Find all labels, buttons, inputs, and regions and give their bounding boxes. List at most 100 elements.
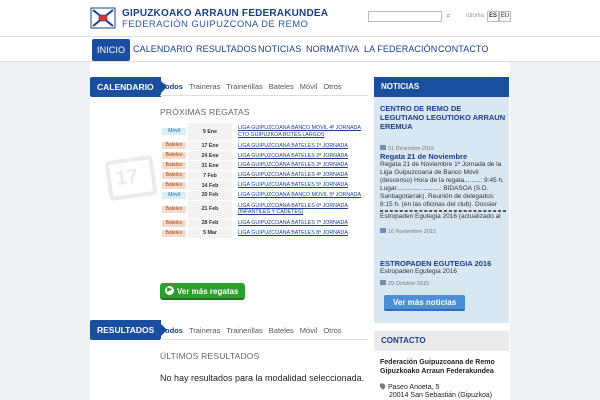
news-date-text: 16 Noviembre 2015 (388, 229, 437, 235)
regata-link[interactable]: LIGA GUIPUZCOANA BATELES 2ª JORNADA (232, 150, 368, 162)
news-item: Regata 21 de Noviembre Regata 21 de Novi… (380, 152, 506, 235)
res-filter-traineras[interactable]: Traineras (189, 326, 220, 335)
news-date: 29 Octubre 2015 (380, 280, 506, 287)
regata-link[interactable]: LIGA GUIPUZCOANA BATELES 7ª JORNADA (232, 218, 368, 229)
regata-date: 5 Mar (188, 228, 232, 239)
cal-filter-traineras[interactable]: Traineras (189, 82, 220, 91)
org-name-spanish: FEDERACIÓN GUIPUZCONA DE REMO (122, 19, 309, 30)
org-name-basque: GIPUZKOAKO ARRAUN FEDERAKUNDEA (122, 8, 329, 19)
nav-resultados[interactable]: RESULTADOS (196, 37, 257, 61)
res-filter-bateles[interactable]: Bateles (269, 326, 294, 335)
res-filter-todos[interactable]: Todos (161, 326, 183, 335)
category-badge: Bateles (162, 142, 186, 150)
cal-filter-bateles[interactable]: Bateles (269, 82, 294, 91)
regata-link[interactable]: LIGA GUIPUZCOANA BATELES 4ª JORNADA (232, 170, 368, 182)
news-excerpt: Estropaden Egutegia 2016 (380, 268, 457, 275)
nav-inicio[interactable]: INICIO (92, 39, 131, 61)
calendar-icon: 17 (104, 154, 158, 202)
news-item: CENTRO DE REMO DE LEGUTIANO LEGUTIOKO AR… (380, 104, 506, 152)
table-row: Bateles 5 Mar LIGA GUIPUZCOANA BATELES 8… (160, 228, 368, 239)
table-row: Móvil 9 Ene LIGA GUIPUZCOANA BANCO MOVIL… (160, 123, 368, 142)
table-row: Bateles 28 Feb LIGA GUIPUZCOANA BATELES … (160, 218, 368, 229)
calendario-filters: Todos Traineras Trainerillas Bateles Móvil Ot… (161, 82, 348, 91)
calendar-small-icon (380, 280, 386, 285)
cal-filter-movil[interactable]: Móvil (300, 82, 318, 91)
contact-name-line1: Federación Guipuzcoana de Remo (380, 359, 495, 366)
main-nav: INICIO CALENDARIO RESULTADOS NOTICIAS NO… (0, 36, 600, 62)
language-label: Idioma (466, 13, 485, 19)
regata-date: 24 Ene (188, 150, 232, 162)
contact-address-line1: Paseo Anoeta, 5 (388, 384, 440, 391)
top-header: GIPUZKOAKO ARRAUN FEDERAKUNDEA FEDERACIÓ… (0, 0, 600, 36)
ver-mas-noticias-button[interactable]: Ver más noticias (384, 295, 466, 311)
contact-address: Paseo Anoeta, 5 20014 San Sebastián (Gip… (378, 382, 492, 400)
res-filter-otros[interactable]: Otros (323, 326, 341, 335)
news-title-link[interactable]: CENTRO DE REMO DE LEGUTIANO LEGUTIOKO AR… (380, 104, 506, 131)
table-row: Móvil 20 Feb LIGA GUIPUZCOANA BANCO MOVI… (160, 190, 368, 201)
category-badge: Bateles (162, 172, 186, 180)
regata-date: 7 Feb (188, 170, 232, 182)
regata-date: 20 Feb (188, 190, 232, 201)
resultados-filters: Todos Traineras Trainerillas Bateles Móvil Ot… (161, 326, 348, 335)
cal-filter-otros[interactable]: Otros (323, 82, 341, 91)
regata-link[interactable]: LIGA GUIPUZCOANA BANCO MOVIL 5ª JORNADA (232, 190, 368, 201)
regata-link[interactable]: LIGA GUIPUZCOANA BANCO MOVIL 4ª JORNADA … (232, 123, 368, 142)
category-badge: Bateles (162, 219, 186, 227)
org-name[interactable]: GIPUZKOAKO ARRAUN FEDERAKUNDEA FEDERACIÓ… (122, 8, 328, 30)
table-row: Bateles 21 Feb LIGA GUIPUZCOANA BATELES … (160, 200, 368, 219)
filter-divider (160, 339, 368, 340)
ultimos-resultados-heading: ÚLTIMOS RESULTADOS (160, 351, 260, 361)
nav-noticias[interactable]: NOTICIAS (258, 37, 301, 61)
news-excerpt-extra: Estropaden Egutegia 2016 (actualizado al (380, 213, 501, 220)
category-badge: Bateles (162, 162, 186, 170)
regatas-table: Móvil 9 Ene LIGA GUIPUZCOANA BANCO MOVIL… (160, 123, 368, 239)
res-filter-movil[interactable]: Móvil (300, 326, 318, 335)
regata-link[interactable]: LIGA GUIPUZCOANA BATELES 3ª JORNADA (232, 160, 368, 172)
regata-date: 17 Ene (188, 141, 232, 152)
res-filter-trainerillas[interactable]: Trainerillas (226, 326, 262, 335)
news-date-text: 29 Octubre 2015 (388, 281, 429, 287)
proximas-regatas-heading: PRÓXIMAS REGATAS (160, 107, 250, 117)
regata-date: 28 Feb (188, 218, 232, 229)
regata-link[interactable]: LIGA GUIPUZCOANA BATELES 6ª JORNADA (INF… (232, 200, 368, 219)
news-title-link[interactable]: Regata 21 de Noviembre (380, 152, 506, 161)
regata-link[interactable]: LIGA GUIPUZCOANA BATELES 5ª JORNADA (232, 180, 368, 191)
search-input[interactable] (368, 11, 442, 22)
no-results-message: No hay resultados para la modalidad sele… (160, 373, 365, 383)
news-date: 16 Noviembre 2015 (380, 228, 506, 235)
news-excerpt: Regata 21 de Noviembre 1ª Jornada de la … (380, 161, 504, 208)
language-eu-button[interactable]: EU (499, 11, 511, 22)
news-title-link[interactable]: ESTROPADEN EGUTEGIA 2016 (380, 259, 506, 268)
search-icon[interactable]: ⌕ (443, 11, 454, 22)
federation-logo-icon[interactable] (90, 7, 116, 29)
nav-calendario[interactable]: CALENDARIO (133, 37, 193, 61)
resultados-section-tab: RESULTADOS (90, 320, 168, 340)
ver-mas-regatas-button[interactable]: ▶ Ver más regatas (160, 283, 246, 300)
calendario-section-tab: CALENDARIO (90, 77, 167, 97)
cal-filter-todos[interactable]: Todos (161, 82, 183, 91)
table-row: Bateles 31 Ene LIGA GUIPUZCOANA BATELES … (160, 160, 368, 172)
calendar-small-icon (380, 228, 386, 233)
language-es-button[interactable]: ES (487, 11, 499, 22)
nav-contacto[interactable]: CONTACTO (438, 37, 488, 61)
category-badge: Bateles (162, 205, 186, 213)
category-badge: Bateles (162, 152, 186, 160)
contacto-heading: CONTACTO (374, 331, 509, 351)
contact-org-name: Federación Guipuzcoana de Remo Gipuzkoak… (380, 358, 495, 376)
arrow-right-icon: ▶ (165, 286, 174, 296)
category-badge: Bateles (162, 182, 186, 189)
filter-divider (160, 95, 368, 96)
cal-filter-trainerillas[interactable]: Trainerillas (226, 82, 262, 91)
news-date: 01 Diciembre 2015 (380, 145, 506, 152)
category-badge: Bateles (162, 229, 186, 237)
regata-link[interactable]: LIGA GUIPUZCOANA BATELES 1ª JORNADA (232, 141, 368, 152)
contact-name-line2: Gipuzkoako Arraun Federakundea (380, 368, 494, 375)
regata-link[interactable]: LIGA GUIPUZCOANA BATELES 8ª JORNADA (232, 228, 368, 239)
nav-la-federacion[interactable]: LA FEDERACIÓN (364, 37, 437, 61)
regata-date: 9 Ene (188, 123, 232, 142)
category-badge: Móvil (162, 128, 186, 136)
regata-date: 31 Ene (188, 160, 232, 172)
map-pin-icon (378, 382, 387, 390)
table-row: Bateles 7 Feb LIGA GUIPUZCOANA BATELES 4… (160, 170, 368, 182)
nav-normativa[interactable]: NORMATIVA (306, 37, 359, 61)
